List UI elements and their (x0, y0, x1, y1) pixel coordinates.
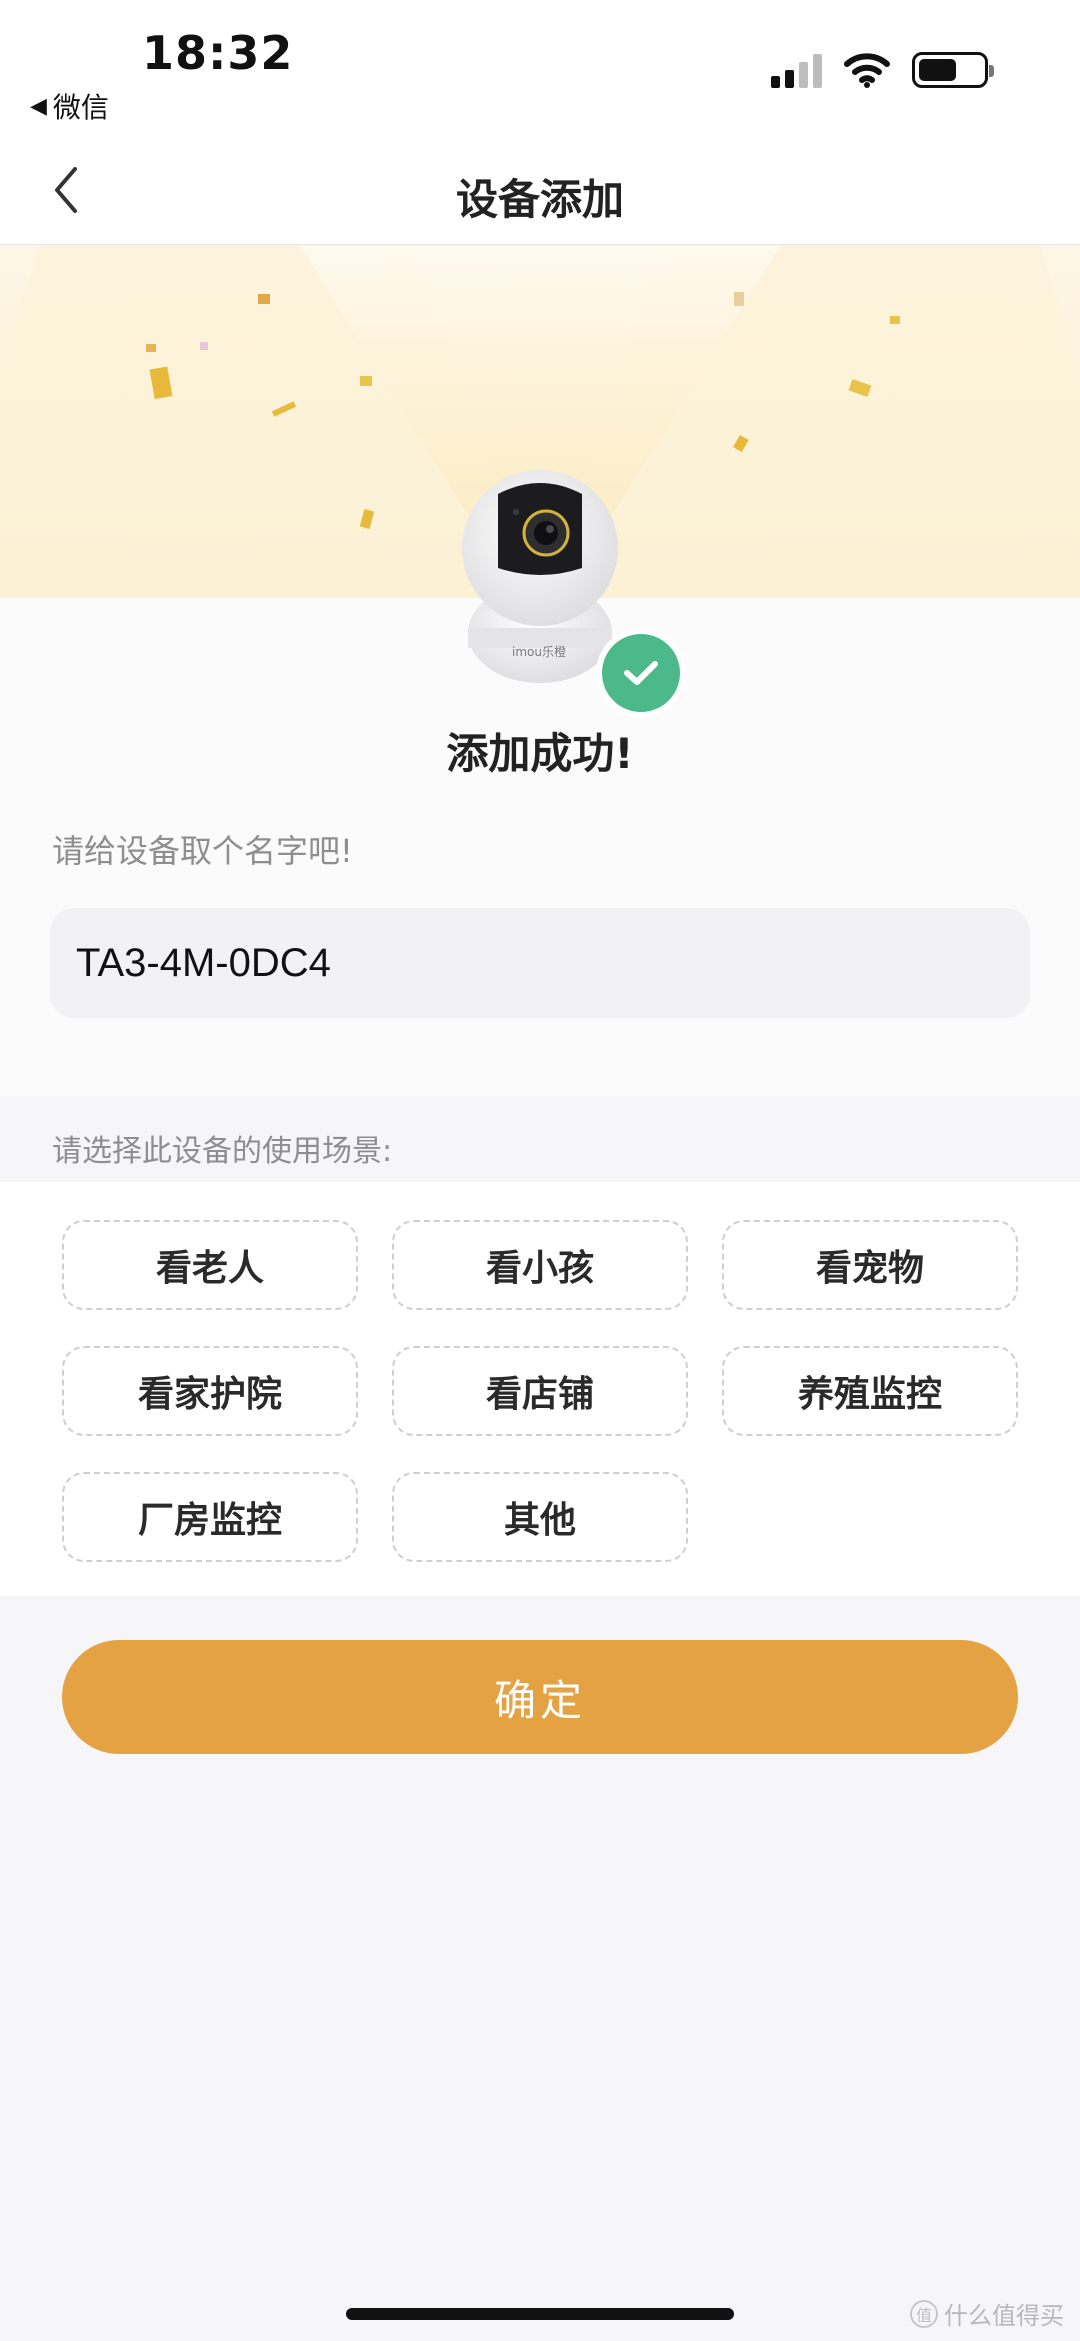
watermark-logo-icon: 值 (910, 2299, 938, 2328)
status-icons (771, 52, 994, 88)
wifi-icon (844, 53, 890, 88)
back-triangle-icon: ◀ (30, 93, 47, 119)
scene-option-elderly[interactable]: 看老人 (62, 1220, 358, 1310)
back-app-label: 微信 (52, 91, 109, 124)
scene-prompt-label: 请选择此设备的使用场景: (52, 1134, 393, 1169)
scene-option-children[interactable]: 看小孩 (392, 1220, 688, 1310)
watermark: 值 什么值得买 (910, 2296, 1064, 2331)
scene-option-other[interactable]: 其他 (392, 1472, 688, 1562)
scene-options-grid: 看老人 看小孩 看宠物 看家护院 看店铺 养殖监控 厂房监控 其他 (62, 1220, 1018, 1562)
back-to-app-link[interactable]: ◀ 微信 (30, 86, 109, 126)
status-time: 18:32 (142, 26, 294, 80)
page-title: 设备添加 (455, 175, 624, 224)
watermark-text: 什么值得买 (944, 2302, 1064, 2330)
scene-option-factory-monitoring[interactable]: 厂房监控 (62, 1472, 358, 1562)
scene-option-home-security[interactable]: 看家护院 (62, 1346, 358, 1436)
confirm-button[interactable]: 确定 (62, 1640, 1018, 1754)
success-check-badge (596, 628, 686, 718)
status-bar: 18:32 ◀ 微信 (0, 0, 1080, 140)
device-name-input[interactable] (50, 908, 1030, 1018)
success-message: 添加成功! (446, 729, 634, 778)
camera-brand-logo: imou乐橙 (512, 644, 566, 659)
home-indicator[interactable] (346, 2308, 734, 2320)
battery-icon (912, 52, 994, 88)
scene-option-farm-monitoring[interactable]: 养殖监控 (722, 1346, 1018, 1436)
check-icon (624, 661, 658, 685)
name-prompt-label: 请给设备取个名字吧! (52, 832, 353, 870)
scene-option-store[interactable]: 看店铺 (392, 1346, 688, 1436)
cellular-signal-icon (771, 52, 822, 88)
scene-option-pets[interactable]: 看宠物 (722, 1220, 1018, 1310)
nav-bar: 设备添加 (0, 140, 1080, 245)
